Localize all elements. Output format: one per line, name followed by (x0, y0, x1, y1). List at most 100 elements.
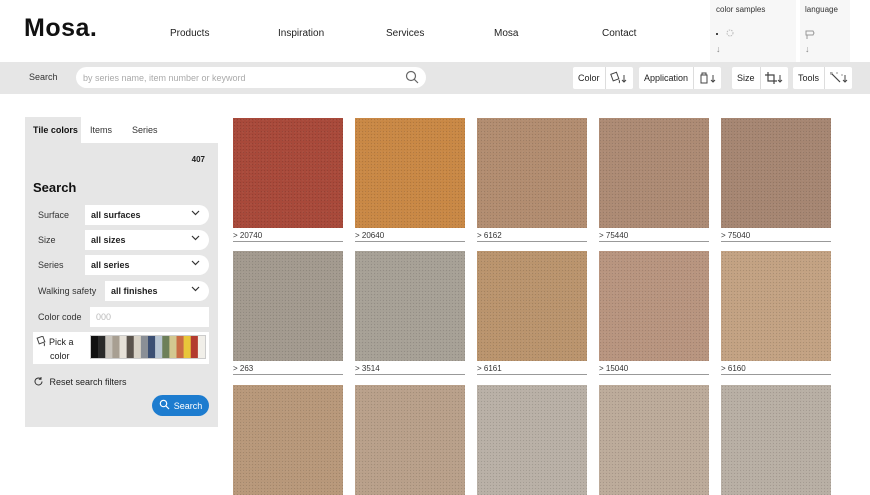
color-samples-label: color samples (716, 5, 766, 14)
color-tool[interactable]: Color (573, 67, 633, 89)
tile-code-link[interactable]: > 3514 (355, 364, 465, 375)
tile-card[interactable]: > 20640 (355, 118, 465, 242)
tile-swatch[interactable] (477, 385, 587, 495)
tile-code-link[interactable]: > 75440 (599, 231, 709, 242)
tile-code-link[interactable]: > 6160 (721, 364, 831, 375)
crop-icon[interactable] (759, 67, 788, 89)
color-swatch[interactable] (119, 336, 127, 358)
nav-contact[interactable]: Contact (602, 28, 636, 39)
tile-card[interactable] (721, 385, 831, 495)
nav-inspiration[interactable]: Inspiration (278, 28, 324, 39)
tile-card[interactable]: > 20740 (233, 118, 343, 242)
tile-code-link[interactable]: > 20640 (355, 231, 465, 242)
color-swatch[interactable] (105, 336, 113, 358)
walking-safety-value: all finishes (111, 286, 158, 296)
tile-card[interactable]: > 75040 (721, 118, 831, 242)
tile-card[interactable]: > 6162 (477, 118, 587, 242)
size-tool[interactable]: Size (732, 67, 788, 89)
nav-mosa[interactable]: Mosa (494, 28, 518, 39)
paint-bucket-icon[interactable] (604, 67, 633, 89)
color-code-filter: Color code (33, 307, 209, 327)
globe-icon (804, 28, 816, 42)
tile-card[interactable] (477, 385, 587, 495)
color-code-label: Color code (38, 312, 82, 322)
search-input[interactable] (76, 67, 426, 88)
tile-swatch[interactable] (355, 118, 465, 228)
tile-swatch[interactable] (233, 251, 343, 361)
tab-items[interactable]: Items (90, 125, 112, 135)
size-select[interactable]: all sizes (85, 230, 209, 250)
color-swatch[interactable] (133, 336, 142, 358)
color-swatches (90, 335, 206, 359)
chevron-down-icon (191, 259, 200, 268)
tile-card[interactable] (355, 385, 465, 495)
tile-card[interactable] (233, 385, 343, 495)
color-swatch[interactable] (176, 336, 184, 358)
tile-swatch[interactable] (355, 385, 465, 495)
tile-swatch[interactable] (355, 251, 465, 361)
color-swatch[interactable] (91, 336, 99, 358)
tile-swatch[interactable] (233, 118, 343, 228)
bucket-icon[interactable] (693, 67, 721, 89)
tile-swatch[interactable] (233, 385, 343, 495)
pick-color-label-line2: color (50, 351, 70, 361)
application-tool[interactable]: Application (639, 67, 722, 89)
reset-filters-link[interactable]: Reset search filters (33, 376, 127, 389)
tab-tile-colors[interactable]: Tile colors (25, 117, 81, 145)
tile-swatch[interactable] (477, 251, 587, 361)
tile-swatch[interactable] (599, 118, 709, 228)
color-swatch[interactable] (190, 336, 199, 358)
color-picker-icon (36, 335, 48, 353)
color-swatch[interactable] (112, 336, 120, 358)
tile-swatch[interactable] (599, 251, 709, 361)
walking-safety-select[interactable]: all finishes (105, 281, 209, 301)
tile-swatch[interactable] (477, 118, 587, 228)
tile-swatch[interactable] (599, 385, 709, 495)
mosa-logo[interactable]: Mosa. (24, 14, 97, 43)
tile-code-link[interactable]: > 75040 (721, 231, 831, 242)
tile-code-link[interactable]: > 20740 (233, 231, 343, 242)
tools-tool[interactable]: Tools (793, 67, 853, 89)
tile-card[interactable] (599, 385, 709, 495)
tile-card[interactable]: > 75440 (599, 118, 709, 242)
tile-swatch[interactable] (721, 118, 831, 228)
color-swatch[interactable] (162, 336, 170, 358)
tile-swatch[interactable] (721, 251, 831, 361)
search-label: Search (29, 72, 58, 82)
language-label: language (805, 5, 838, 14)
color-swatch[interactable] (98, 336, 106, 358)
result-count: 407 (191, 155, 205, 164)
tile-swatch[interactable] (721, 385, 831, 495)
surface-label: Surface (38, 210, 70, 220)
search-button[interactable]: Search (152, 395, 209, 416)
color-swatch[interactable] (140, 336, 149, 358)
color-swatch[interactable] (126, 336, 135, 358)
tile-card[interactable]: > 15040 (599, 251, 709, 375)
nav-services[interactable]: Services (386, 28, 424, 39)
tile-card[interactable]: > 6161 (477, 251, 587, 375)
color-swatch[interactable] (183, 336, 192, 358)
series-select[interactable]: all series (85, 255, 209, 275)
panel-title: Search (33, 180, 77, 195)
tile-code-link[interactable]: > 6161 (477, 364, 587, 375)
color-samples-menu[interactable]: color samples ↓ (710, 0, 796, 62)
tile-card[interactable]: > 263 (233, 251, 343, 375)
search-button-label: Search (173, 400, 203, 411)
size-tool-label: Size (737, 73, 755, 83)
tab-series[interactable]: Series (132, 125, 158, 135)
color-code-input[interactable] (90, 307, 209, 327)
color-swatch[interactable] (155, 336, 163, 358)
tile-card[interactable]: > 6160 (721, 251, 831, 375)
color-swatch[interactable] (197, 336, 206, 358)
nav-products[interactable]: Products (170, 28, 209, 39)
magic-wand-icon[interactable] (824, 67, 852, 89)
surface-select[interactable]: all surfaces (85, 205, 209, 225)
search-icon[interactable] (403, 68, 421, 86)
language-menu[interactable]: language ↓ (800, 0, 850, 62)
color-swatch[interactable] (148, 336, 156, 358)
tile-code-link[interactable]: > 6162 (477, 231, 587, 242)
color-swatch[interactable] (169, 336, 177, 358)
tile-code-link[interactable]: > 15040 (599, 364, 709, 375)
tile-code-link[interactable]: > 263 (233, 364, 343, 375)
tile-card[interactable]: > 3514 (355, 251, 465, 375)
